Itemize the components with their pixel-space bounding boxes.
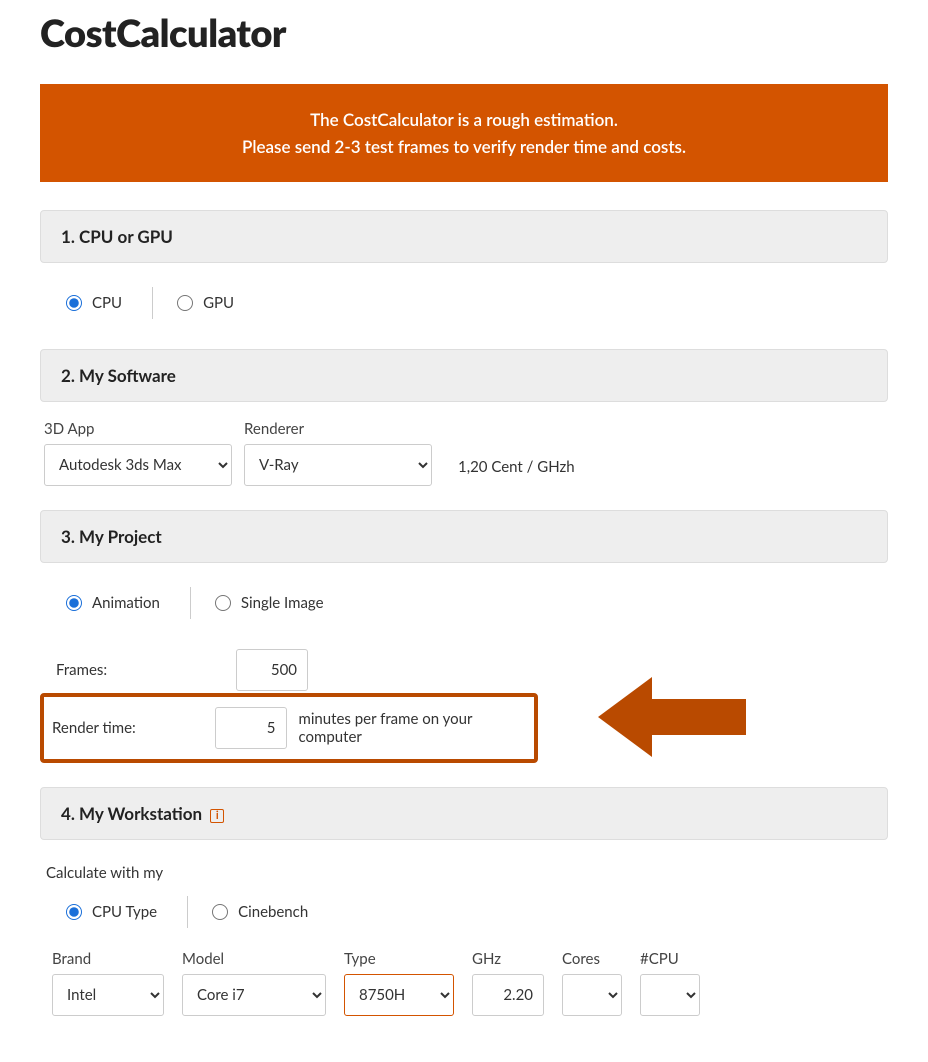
app-select[interactable]: Autodesk 3ds Max xyxy=(44,444,232,486)
radio-gpu-label: GPU xyxy=(203,294,234,312)
app-label: 3D App xyxy=(44,420,232,438)
section-3-header: 3. My Project xyxy=(40,510,888,563)
frames-input[interactable] xyxy=(236,649,308,691)
radio-gpu-input[interactable] xyxy=(177,295,193,311)
notice-banner: The CostCalculator is a rough estimation… xyxy=(40,84,888,182)
radio-cpu-input[interactable] xyxy=(66,295,82,311)
radio-cputype-label: CPU Type xyxy=(92,903,157,921)
render-time-highlight: Render time: minutes per frame on your c… xyxy=(40,693,538,763)
price-note: 1,20 Cent / GHzh xyxy=(444,448,579,486)
radio-cinebench-input[interactable] xyxy=(212,904,228,920)
radio-animation[interactable]: Animation xyxy=(66,594,190,612)
notice-line-2: Please send 2-3 test frames to verify re… xyxy=(58,133,870,160)
radio-single-image-input[interactable] xyxy=(215,595,231,611)
cpu-count-select[interactable]: 1 xyxy=(640,974,700,1016)
renderer-label: Renderer xyxy=(244,420,432,438)
radio-animation-label: Animation xyxy=(92,594,160,612)
divider xyxy=(152,287,153,319)
info-icon[interactable]: i xyxy=(210,809,224,823)
type-select[interactable]: 8750H xyxy=(344,974,454,1016)
radio-cinebench-label: Cinebench xyxy=(238,903,308,921)
model-label: Model xyxy=(182,950,326,968)
section-4-header: 4. My Workstation i xyxy=(40,787,888,840)
radio-cinebench[interactable]: Cinebench xyxy=(212,903,338,921)
radio-single-image-label: Single Image xyxy=(241,594,324,612)
render-time-label: Render time: xyxy=(52,719,215,737)
radio-cpu[interactable]: CPU xyxy=(66,294,152,312)
brand-label: Brand xyxy=(52,950,164,968)
section-1-header: 1. CPU or GPU xyxy=(40,210,888,263)
model-select[interactable]: Core i7 xyxy=(182,974,326,1016)
section-2-header: 2. My Software xyxy=(40,349,888,402)
radio-cputype[interactable]: CPU Type xyxy=(66,903,187,921)
cores-select[interactable]: 6 xyxy=(562,974,622,1016)
cpu-count-label: #CPU xyxy=(640,950,700,968)
frames-label: Frames: xyxy=(56,661,236,679)
type-label: Type xyxy=(344,950,454,968)
radio-gpu[interactable]: GPU xyxy=(177,294,264,312)
renderer-select[interactable]: V-Ray xyxy=(244,444,432,486)
ghz-label: GHz xyxy=(472,950,544,968)
section-4-title-text: 4. My Workstation xyxy=(61,803,202,824)
divider xyxy=(187,896,188,928)
brand-select[interactable]: Intel xyxy=(52,974,164,1016)
divider xyxy=(190,587,191,619)
page-title: CostCalculator xyxy=(40,10,888,56)
radio-animation-input[interactable] xyxy=(66,595,82,611)
calc-with-label: Calculate with my xyxy=(44,858,884,890)
radio-single-image[interactable]: Single Image xyxy=(215,594,354,612)
notice-line-1: The CostCalculator is a rough estimation… xyxy=(58,106,870,133)
ghz-input[interactable] xyxy=(472,974,544,1016)
render-time-input[interactable] xyxy=(215,707,287,749)
render-time-suffix: minutes per frame on your computer xyxy=(287,710,527,746)
cores-label: Cores xyxy=(562,950,622,968)
radio-cputype-input[interactable] xyxy=(66,904,82,920)
radio-cpu-label: CPU xyxy=(92,294,122,312)
